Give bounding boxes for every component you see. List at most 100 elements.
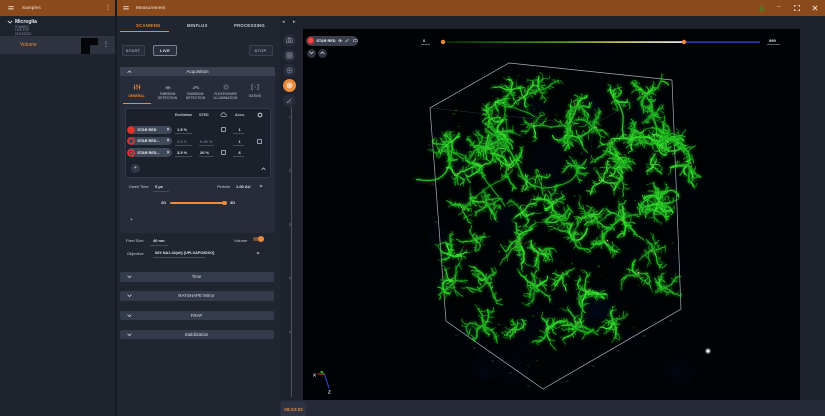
remove-channel-icon[interactable]: ×: [167, 138, 170, 144]
dwell-time-label: Dwell Time: [129, 184, 149, 189]
pinhole-dropdown-icon[interactable]: [259, 185, 263, 188]
acq-tab-gating[interactable]: GATING: [241, 80, 269, 102]
settings-checkbox[interactable]: [257, 139, 262, 144]
ruler-tick-label: 10: [288, 169, 292, 172]
objective-dropdown-icon[interactable]: [256, 252, 260, 255]
dwell-time-value[interactable]: 5 µs: [155, 184, 163, 189]
objective-value[interactable]: 60X NA1.42(oil) [UPLXAPO60XO]: [155, 251, 214, 255]
excitation-value[interactable]: 3.5 %: [177, 139, 187, 144]
svg-text:40: 40: [643, 334, 647, 338]
airyscan-checkbox[interactable]: [221, 127, 226, 132]
channel-chip-row[interactable]: STAR RED... ×: [127, 148, 172, 156]
close-button[interactable]: [812, 5, 818, 11]
acq-tab-flexposure[interactable]: FLEXPOSURE ILLUMINATION: [212, 80, 240, 102]
colormap-icon[interactable]: [353, 39, 358, 42]
start-button[interactable]: START: [122, 45, 145, 56]
channel-collapse-down-icon[interactable]: [307, 49, 316, 58]
edit-lut-icon[interactable]: [345, 39, 349, 43]
excitation-value[interactable]: 1.5 %: [177, 127, 187, 132]
lut-max-value[interactable]: 999: [769, 38, 776, 43]
lut-min-value[interactable]: 0: [423, 38, 425, 43]
viewer-depth-ruler[interactable]: [291, 107, 292, 397]
svg-text:10: 10: [428, 143, 432, 147]
live-button[interactable]: LIVE: [153, 45, 177, 56]
ruler-tick-label: 30: [288, 277, 292, 280]
dimension-slider-knob[interactable]: [222, 201, 227, 206]
channel-collapse-up-icon[interactable]: [318, 49, 327, 58]
channels-card: Excitation STED Accu. STAR RED × 1.5 % 1…: [125, 108, 271, 178]
add-channel-button[interactable]: +: [131, 164, 140, 173]
remove-channel-icon[interactable]: ×: [167, 127, 170, 133]
remove-channel-icon[interactable]: ×: [167, 150, 170, 156]
svg-text:20: 20: [431, 182, 435, 186]
measurement-menu-icon[interactable]: [123, 6, 129, 11]
slider-3d-label: 3D: [230, 200, 235, 205]
samples-title: Samples: [22, 5, 41, 10]
col-accu: Accu.: [235, 113, 245, 117]
camera-button[interactable]: [283, 34, 296, 47]
add-config-button[interactable]: +: [130, 217, 133, 223]
sample-expand-chevron-icon[interactable]: [7, 20, 13, 24]
section-time[interactable]: Time: [120, 272, 274, 282]
sample-name[interactable]: Microglia: [15, 19, 37, 25]
col-settings-gear-icon: [257, 112, 263, 118]
maximize-button[interactable]: [794, 5, 800, 11]
stop-button[interactable]: STOP: [249, 45, 273, 56]
visibility-icon[interactable]: [338, 39, 343, 42]
image-viewer: ◂ ▸ µm 0 10 20 30 40 10 20 30 40 50 10 2…: [280, 16, 825, 416]
pinhole-value[interactable]: 1.00 AU: [236, 184, 251, 189]
sted-value[interactable]: 0.45 %: [200, 139, 212, 144]
samples-more-icon[interactable]: ⋮: [105, 5, 111, 11]
section-frap[interactable]: FRAP: [120, 311, 274, 321]
volume-3d-button[interactable]: [283, 79, 296, 92]
slider-2d-label: 2D: [161, 200, 166, 205]
tab-scanning[interactable]: SCANNING: [136, 23, 161, 28]
tile-view-button[interactable]: [283, 49, 296, 62]
channel-chip-row[interactable]: STAR RED... ×: [127, 137, 172, 145]
excitation-value[interactable]: 3.5 %: [177, 150, 187, 155]
svg-text:30: 30: [434, 220, 438, 224]
lut-min-handle[interactable]: [441, 39, 445, 43]
accu-value[interactable]: 1: [239, 139, 241, 144]
lut-range-slider[interactable]: [440, 39, 762, 45]
svg-text:20: 20: [473, 346, 477, 350]
acquisition-header[interactable]: Acquisition: [120, 67, 275, 76]
viewer-next-icon[interactable]: ▸: [293, 19, 296, 25]
acq-tab-timebow[interactable]: TIMEBOW DETECTION: [154, 80, 182, 102]
pixel-size-value[interactable]: 40 nm: [153, 238, 165, 243]
sted-value[interactable]: 20 %: [200, 150, 209, 155]
channel-color-icon: [307, 36, 314, 45]
volume-3d-icon: [285, 81, 294, 90]
dimension-slider[interactable]: [170, 202, 224, 203]
svg-text:50: 50: [669, 319, 673, 323]
acq-tab-general[interactable]: GENERAL: [123, 80, 151, 102]
acq-tab-rainbow[interactable]: RAINBOW DETECTION: [182, 80, 210, 102]
image-canvas[interactable]: 10 20 30 40 50 10 20 30 40 50 10 20 30 4…: [303, 29, 800, 400]
volume-toggle[interactable]: [253, 237, 264, 242]
sliders-icon: [132, 83, 142, 91]
background-haze: [425, 57, 708, 394]
airyscan-checkbox[interactable]: [221, 150, 226, 155]
col-sted: STED: [199, 113, 209, 117]
volume-more-icon[interactable]: ⋮: [103, 42, 109, 48]
accu-value[interactable]: 1: [239, 127, 241, 132]
axis-gizmo: X Z: [313, 371, 331, 395]
accu-value[interactable]: 6: [239, 150, 241, 155]
svg-text:10: 10: [455, 333, 459, 337]
channels-collapse-icon[interactable]: [261, 167, 266, 171]
tab-processing[interactable]: PROCESSING: [234, 23, 265, 28]
lut-max-handle[interactable]: [682, 39, 686, 43]
tab-minflux[interactable]: MINFLUX: [187, 23, 208, 28]
channel-chip-row[interactable]: STAR RED ×: [127, 126, 172, 134]
pinhole-label: Pinhole: [217, 184, 230, 189]
viewer-prev-icon[interactable]: ◂: [282, 19, 285, 25]
sample-item-volume[interactable]: Volume ⋮: [0, 36, 115, 54]
section-stabilization[interactable]: Stabilization: [120, 330, 274, 340]
channel-chip[interactable]: STAR RED: [306, 36, 358, 46]
svg-text:30: 30: [617, 349, 621, 353]
dye-color-icon: [127, 126, 135, 134]
target-button[interactable]: [283, 64, 296, 77]
section-rayshape-mirror[interactable]: RAYSHAPE Mirror: [120, 291, 274, 301]
minimize-button[interactable]: –: [777, 4, 780, 10]
samples-menu-icon[interactable]: [8, 6, 14, 11]
